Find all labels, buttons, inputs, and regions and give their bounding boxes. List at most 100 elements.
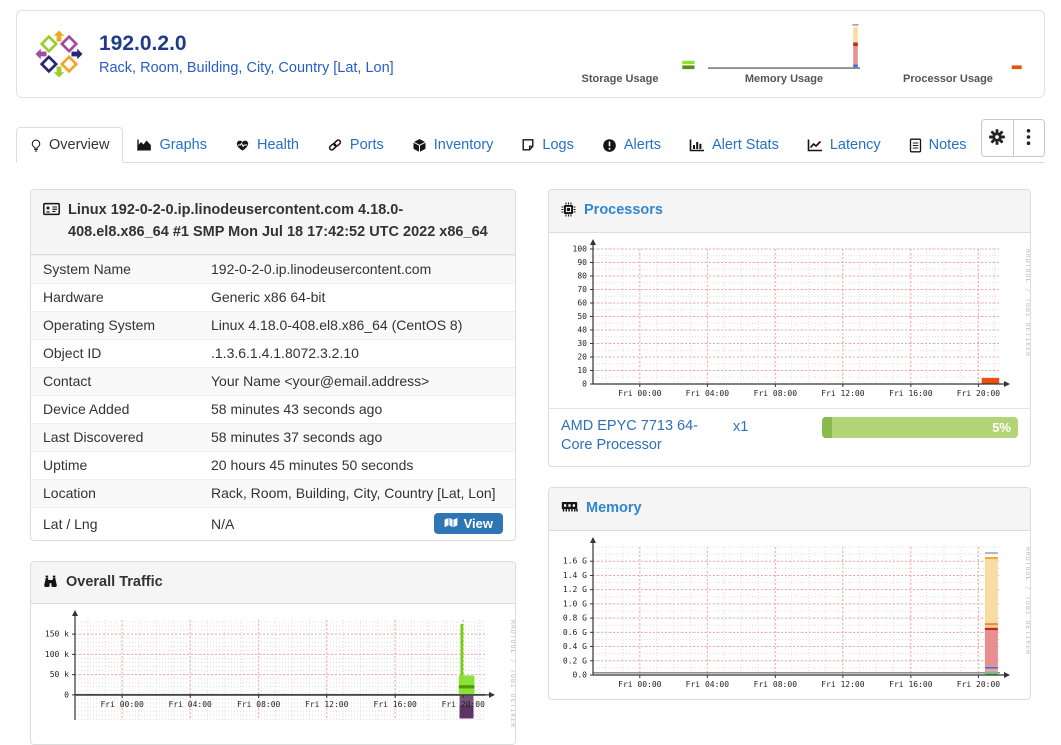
usage-summary: Storage Usage Memory Usage Processor Usa… (544, 24, 1024, 85)
table-row: LocationRack, Room, Building, City, Coun… (31, 479, 515, 507)
processor-usage-chart[interactable]: 0102030405060708090100Fri 00:00Fri 04:00… (549, 233, 1030, 408)
tab-inventory[interactable]: Inventory (398, 127, 508, 163)
overall-traffic-panel: Overall Traffic 0 50 k 100 k 150 k Fri 00:00… (30, 561, 516, 745)
svg-text:Fri 00:00: Fri 00:00 (618, 389, 662, 398)
centos-logo-icon (35, 30, 83, 78)
tab-alert-stats[interactable]: Alert Stats (675, 127, 793, 163)
binoculars-icon (43, 574, 58, 588)
microchip-icon (561, 202, 576, 217)
device-info-table: System Name192-0-2-0.ip.linodeuserconten… (31, 255, 515, 540)
svg-text:0: 0 (582, 379, 587, 388)
svg-text:60: 60 (577, 298, 587, 307)
svg-text:RRDTOOL / TOBI OETIKER: RRDTOOL / TOBI OETIKER (509, 620, 515, 728)
storage-usage-label: Storage Usage (544, 73, 696, 85)
memory-usage-label: Memory Usage (708, 73, 860, 85)
svg-text:0.8 G: 0.8 G (563, 613, 587, 622)
cpu-usage-percent: 5% (992, 417, 1011, 438)
cpu-name-link[interactable]: AMD EPYC 7713 64-Core Processor (561, 417, 711, 456)
memory-panel: Memory 0.0 0.2 G 0.4 G 0.6 G 0.8 G 1.0 G 1.2 G… (548, 487, 1031, 700)
processors-title-link[interactable]: Processors (584, 200, 663, 222)
svg-text:Fri 12:00: Fri 12:00 (821, 680, 865, 689)
line-chart-icon (807, 138, 823, 152)
tab-graphs[interactable]: Graphs (123, 127, 221, 163)
settings-button[interactable] (982, 120, 1013, 156)
svg-text:40: 40 (577, 325, 587, 334)
overall-traffic-title: Overall Traffic (66, 572, 163, 594)
tab-overview[interactable]: Overview (16, 127, 123, 163)
svg-text:Fri 20:00: Fri 20:00 (957, 389, 1001, 398)
table-row: Device Added58 minutes 43 seconds ago (31, 395, 515, 423)
cpu-row: AMD EPYC 7713 64-Core Processor x1 5% (549, 408, 1030, 466)
overall-traffic-header: Overall Traffic (31, 562, 515, 605)
heartbeat-icon (235, 138, 250, 152)
svg-text:30: 30 (577, 339, 587, 348)
svg-text:1.6 G: 1.6 G (563, 556, 587, 565)
svg-text:0: 0 (64, 691, 69, 700)
device-actions-group (981, 119, 1045, 157)
svg-text:Fri 12:00: Fri 12:00 (305, 700, 349, 709)
svg-text:RRDTOOL / TOBI OETIKER: RRDTOOL / TOBI OETIKER (1024, 547, 1030, 655)
tab-alerts[interactable]: Alerts (588, 127, 675, 163)
svg-text:1.2 G: 1.2 G (563, 585, 587, 594)
svg-text:10: 10 (577, 366, 587, 375)
svg-text:0.0: 0.0 (573, 670, 588, 679)
map-icon (444, 516, 458, 531)
tab-ports[interactable]: Ports (313, 127, 398, 163)
svg-text:0.4 G: 0.4 G (563, 642, 587, 651)
area-chart-icon (137, 138, 152, 152)
svg-text:Fri 08:00: Fri 08:00 (754, 680, 798, 689)
device-tabs: Overview Graphs Health Ports Inventory L… (16, 119, 1045, 163)
tab-logs[interactable]: Logs (507, 127, 587, 163)
svg-text:Fri 12:00: Fri 12:00 (821, 389, 865, 398)
gear-icon (988, 128, 1006, 149)
view-location-button[interactable]: View (434, 513, 503, 534)
memory-title-link[interactable]: Memory (586, 498, 642, 520)
processors-header: Processors (549, 190, 1030, 233)
svg-text:1.0 G: 1.0 G (563, 599, 587, 608)
bar-chart-icon (689, 138, 705, 152)
svg-text:1.4 G: 1.4 G (563, 571, 587, 580)
cpu-count: x1 (733, 419, 748, 435)
lightbulb-icon (30, 138, 42, 153)
overview-content: Linux 192-0-2-0.ip.linodeusercontent.com… (0, 163, 1061, 745)
table-row: ContactYour Name <your@email.address> (31, 367, 515, 395)
more-options-button[interactable] (1013, 120, 1044, 156)
storage-usage-sparkline[interactable] (544, 24, 696, 70)
device-info-panel: Linux 192-0-2-0.ip.linodeusercontent.com… (30, 189, 516, 541)
svg-text:Fri 20:00: Fri 20:00 (957, 680, 1001, 689)
overall-traffic-chart[interactable]: 050 k100 k150 kFri 00:00Fri 04:00Fri 08:… (31, 604, 515, 744)
svg-text:0.6 G: 0.6 G (563, 627, 587, 636)
svg-text:90: 90 (577, 258, 587, 267)
svg-text:150 k: 150 k (45, 630, 69, 639)
device-title: 192.0.2.0 (99, 31, 394, 56)
kebab-menu-icon (1026, 128, 1031, 149)
tab-notes[interactable]: Notes (895, 127, 981, 163)
table-row: System Name192-0-2-0.ip.linodeuserconten… (31, 255, 515, 283)
device-location-link[interactable]: Rack, Room, Building, City, Country [Lat… (99, 60, 394, 77)
table-row: Lat / Lng N/A View (31, 507, 515, 540)
memory-header: Memory (549, 488, 1030, 531)
svg-text:Fri 08:00: Fri 08:00 (237, 700, 281, 709)
svg-text:100 k: 100 k (45, 650, 69, 659)
tab-latency[interactable]: Latency (793, 127, 895, 163)
svg-text:50 k: 50 k (50, 670, 69, 679)
svg-text:Fri 00:00: Fri 00:00 (618, 680, 662, 689)
memory-usage-sparkline[interactable] (708, 24, 860, 70)
cube-icon (412, 138, 427, 153)
svg-text:Fri 00:00: Fri 00:00 (100, 700, 144, 709)
svg-text:20: 20 (577, 352, 587, 361)
processor-usage-sparkline[interactable] (872, 24, 1024, 70)
tab-health[interactable]: Health (221, 127, 313, 163)
os-banner: Linux 192-0-2-0.ip.linodeusercontent.com… (68, 200, 503, 244)
table-row: Uptime20 hours 45 minutes 50 seconds (31, 451, 515, 479)
memory-usage-chart[interactable]: 0.0 0.2 G 0.4 G 0.6 G 0.8 G 1.0 G 1.2 G 1.4 G 1.… (549, 531, 1030, 699)
svg-text:0.2 G: 0.2 G (563, 656, 587, 665)
file-text-icon (909, 138, 922, 153)
svg-text:50: 50 (577, 312, 587, 321)
device-header-card: 192.0.2.0 Rack, Room, Building, City, Co… (16, 10, 1045, 98)
svg-text:100: 100 (573, 244, 588, 253)
svg-text:Fri 16:00: Fri 16:00 (889, 680, 933, 689)
processor-usage-label: Processor Usage (872, 73, 1024, 85)
memory-icon (561, 500, 578, 513)
exclamation-circle-icon (602, 138, 617, 153)
